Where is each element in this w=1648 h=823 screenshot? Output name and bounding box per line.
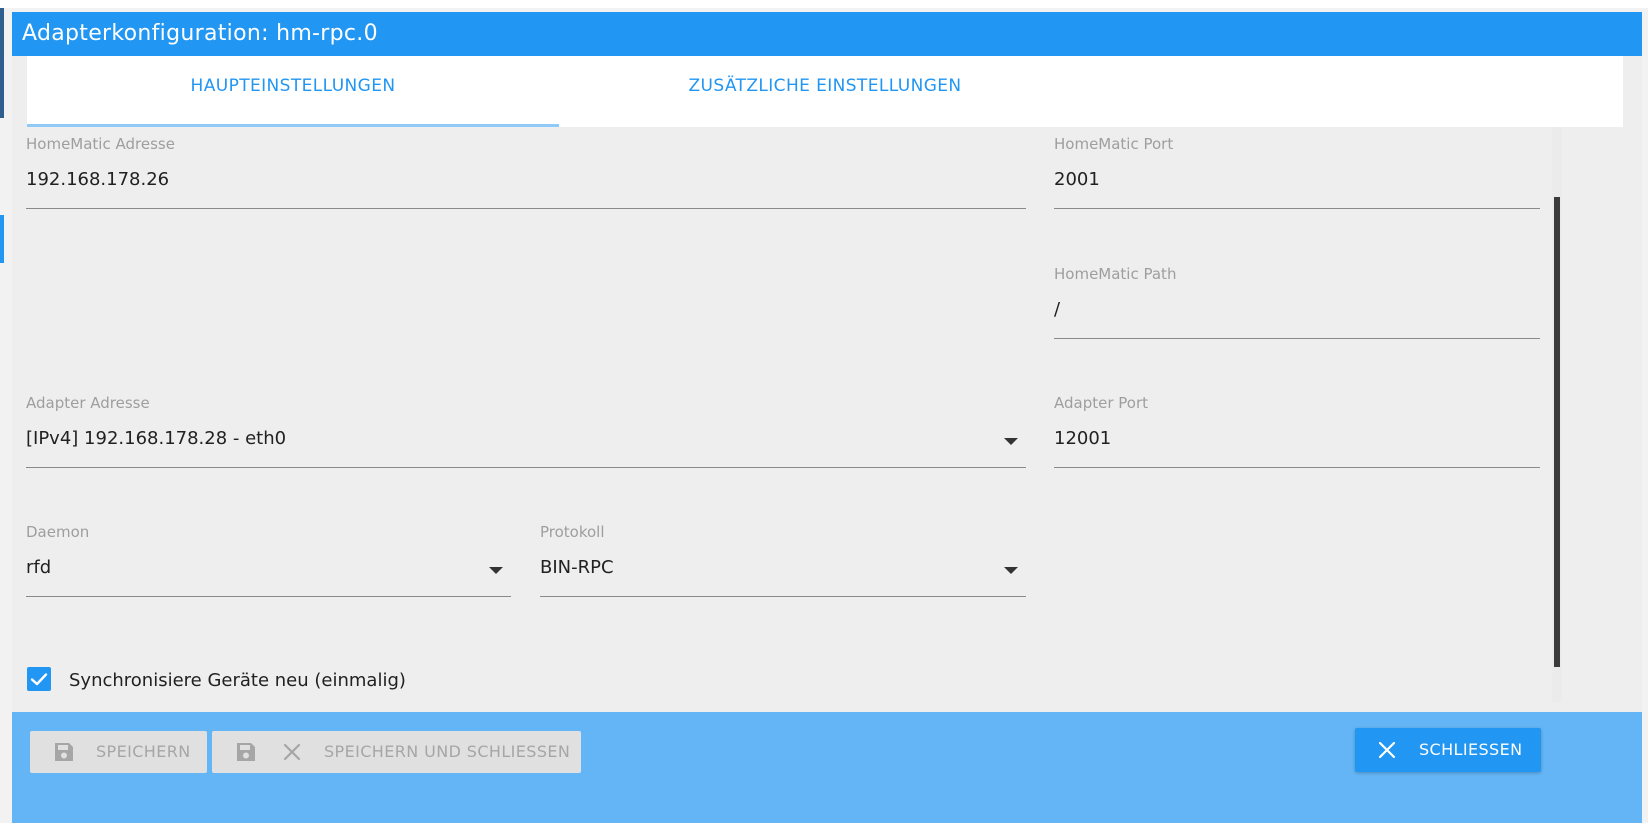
homematic-address-underline	[26, 208, 1026, 209]
save-and-close-button[interactable]: SPEICHERN UND SCHLIESSEN	[212, 731, 581, 773]
top-strip	[0, 0, 1648, 8]
adapter-address-underline	[26, 467, 1026, 468]
homematic-address-value[interactable]: 192.168.178.26	[26, 169, 169, 190]
adapter-address-value: [IPv4] 192.168.178.28 - eth0	[26, 428, 287, 449]
dialog-footer: SPEICHERN SPEICHERN UND SCHLIESSEN SCHLI…	[12, 712, 1642, 823]
daemon-value: rfd	[26, 557, 52, 578]
adapter-port-underline	[1054, 467, 1540, 468]
homematic-path-underline	[1054, 338, 1540, 339]
protocol-value: BIN-RPC	[540, 557, 614, 578]
homematic-path-value[interactable]: /	[1054, 299, 1060, 320]
daemon-underline	[26, 596, 511, 597]
protocol-select[interactable]: Protokoll BIN-RPC	[540, 523, 1026, 597]
close-icon	[283, 743, 301, 761]
background-sidebar-edge	[0, 8, 4, 118]
chevron-down-icon[interactable]	[489, 567, 503, 574]
sync-devices-checkbox[interactable]	[27, 667, 51, 691]
close-button-label: SCHLIESSEN	[1419, 740, 1523, 759]
dialog-title: Adapterkonfiguration: hm-rpc.0	[12, 12, 1642, 56]
tab-main-settings-label: HAUPTEINSTELLUNGEN	[190, 76, 396, 96]
protocol-underline	[540, 596, 1026, 597]
close-icon	[1378, 741, 1396, 759]
homematic-path-field[interactable]: HomeMatic Path /	[1054, 265, 1540, 339]
sync-devices-label: Synchronisiere Geräte neu (einmalig)	[69, 670, 406, 691]
homematic-port-value[interactable]: 2001	[1054, 169, 1100, 190]
adapter-config-dialog: Adapterkonfiguration: hm-rpc.0 HAUPTEINS…	[12, 12, 1642, 823]
adapter-port-label: Adapter Port	[1054, 394, 1149, 412]
adapter-address-select[interactable]: Adapter Adresse [IPv4] 192.168.178.28 - …	[26, 394, 1026, 468]
save-icon	[237, 743, 255, 761]
daemon-select[interactable]: Daemon rfd	[26, 523, 511, 597]
homematic-address-label: HomeMatic Adresse	[26, 135, 175, 153]
save-button[interactable]: SPEICHERN	[30, 731, 207, 773]
save-and-close-button-label: SPEICHERN UND SCHLIESSEN	[324, 742, 571, 761]
tab-additional-settings-label: ZUSÄTZLICHE EINSTELLUNGEN	[688, 76, 962, 96]
homematic-address-field[interactable]: HomeMatic Adresse 192.168.178.26	[26, 135, 1026, 209]
homematic-path-label: HomeMatic Path	[1054, 265, 1177, 283]
adapter-address-label: Adapter Adresse	[26, 394, 150, 412]
check-icon	[30, 673, 48, 686]
adapter-port-value[interactable]: 12001	[1054, 428, 1111, 449]
save-icon	[55, 743, 73, 761]
chevron-down-icon[interactable]	[1004, 438, 1018, 445]
homematic-port-underline	[1054, 208, 1540, 209]
homematic-port-label: HomeMatic Port	[1054, 135, 1174, 153]
protocol-label: Protokoll	[540, 523, 605, 541]
chevron-down-icon[interactable]	[1004, 567, 1018, 574]
content-scrollbar-thumb[interactable]	[1554, 197, 1560, 667]
settings-form: HomeMatic Adresse 192.168.178.26 HomeMat…	[12, 127, 1642, 757]
adapter-port-field[interactable]: Adapter Port 12001	[1054, 394, 1540, 468]
save-button-label: SPEICHERN	[96, 742, 191, 761]
sync-devices-option[interactable]: Synchronisiere Geräte neu (einmalig)	[27, 667, 527, 699]
tab-main-settings[interactable]: HAUPTEINSTELLUNGEN	[27, 56, 559, 127]
tab-additional-settings[interactable]: ZUSÄTZLICHE EINSTELLUNGEN	[559, 56, 1091, 127]
homematic-port-field[interactable]: HomeMatic Port 2001	[1054, 135, 1540, 209]
background-sidebar-accent	[0, 215, 4, 263]
daemon-label: Daemon	[26, 523, 90, 541]
tab-bar: HAUPTEINSTELLUNGEN ZUSÄTZLICHE EINSTELLU…	[27, 56, 1623, 127]
close-button[interactable]: SCHLIESSEN	[1355, 728, 1541, 772]
